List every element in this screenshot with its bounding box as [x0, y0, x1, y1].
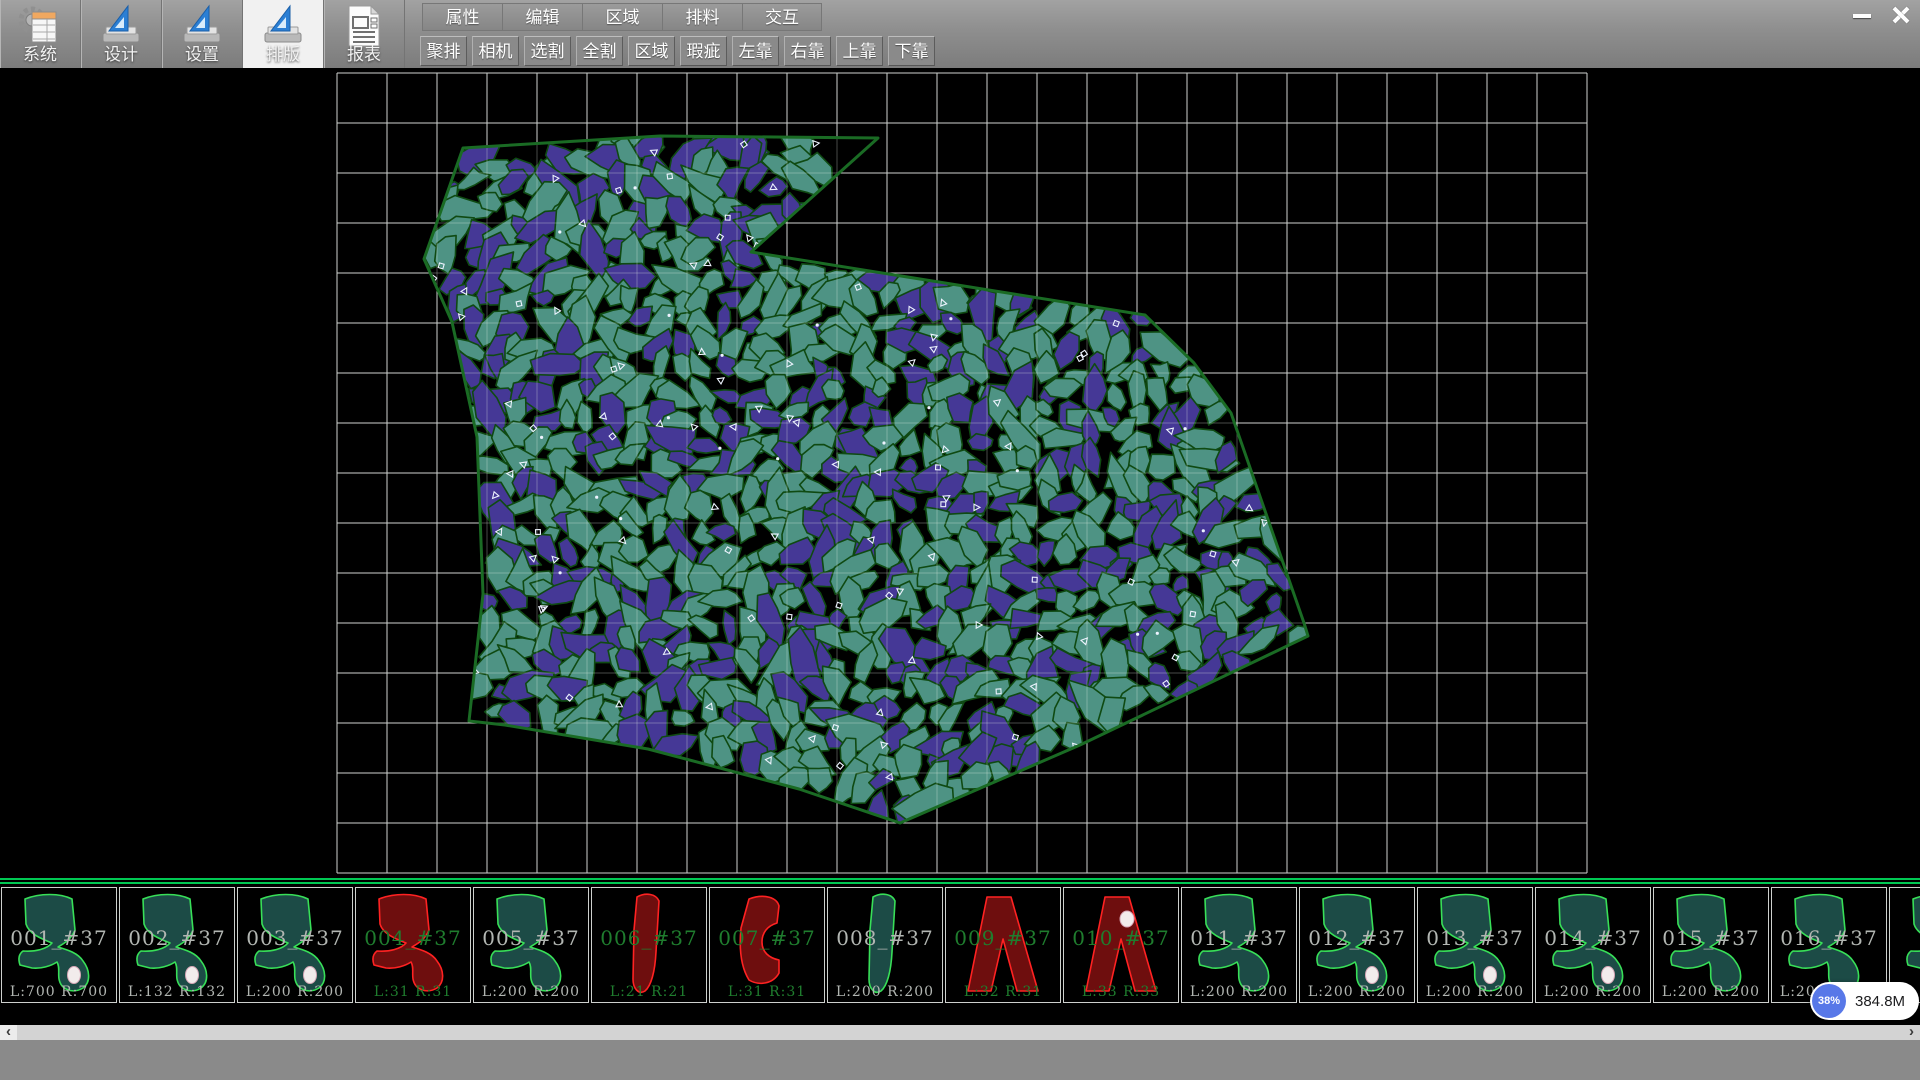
part-thumbnail-002_#37[interactable]: 002_#37 L:132 R:132	[119, 887, 235, 1003]
launcher-item-设计[interactable]: 设计	[81, 0, 162, 68]
action-button-选割[interactable]: 选割	[524, 36, 571, 66]
part-id-label: 010_#37	[1064, 926, 1178, 950]
menu-tab-属性[interactable]: 属性	[422, 3, 502, 31]
part-thumbnail-003_#37[interactable]: 003_#37 L:200 R:200	[237, 887, 353, 1003]
launcher-bar: 系统设计设置排版报表	[0, 0, 405, 68]
part-id-label: 016_#37	[1772, 926, 1886, 950]
launcher-item-label: 报表	[324, 40, 404, 65]
download-size: 384.8M	[1855, 993, 1905, 1010]
download-progress-circle: 38%	[1812, 984, 1846, 1018]
part-counts-label: L:200 R:200	[238, 984, 352, 1000]
part-id-label: 007_#37	[710, 926, 824, 950]
part-counts-label: L:21 R:21	[592, 984, 706, 1000]
part-thumbnail-014_#37[interactable]: 014_#37 L:200 R:200	[1535, 887, 1651, 1003]
part-thumbnail-009_#37[interactable]: 009_#37 L:32 R:31	[945, 887, 1061, 1003]
nesting-app-window: 系统设计设置排版报表 属性编辑区域排料交互 聚排相机选割全割区域瑕疵左靠右靠上靠…	[0, 0, 1920, 1080]
scroll-left-icon: ‹	[6, 1023, 11, 1040]
part-thumbnail-001_#37[interactable]: 001_#37 L:700 R:700	[1, 887, 117, 1003]
action-button-区域[interactable]: 区域	[628, 36, 675, 66]
status-bar	[0, 1040, 1920, 1080]
part-id-label: 003_#37	[238, 926, 352, 950]
scroll-right-button[interactable]: ›	[1903, 1025, 1920, 1040]
part-counts-label: L:200 R:200	[1182, 984, 1296, 1000]
part-id-label: 009_#37	[946, 926, 1060, 950]
part-thumbnail-005_#37[interactable]: 005_#37 L:200 R:200	[473, 887, 589, 1003]
menu-tab-bar: 属性编辑区域排料交互	[422, 3, 822, 33]
part-counts-label: L:33 R:33	[1064, 984, 1178, 1000]
part-counts-label: L:31 R:31	[356, 984, 470, 1000]
part-thumbnail-007_#37[interactable]: 007_#37 L:31 R:31	[709, 887, 825, 1003]
action-button-瑕疵[interactable]: 瑕疵	[680, 36, 727, 66]
download-percent: 38%	[1818, 995, 1840, 1007]
nesting-canvas-svg	[0, 70, 1920, 878]
part-id-label: 015_#37	[1654, 926, 1768, 950]
part-thumbnail-013_#37[interactable]: 013_#37 L:200 R:200	[1417, 887, 1533, 1003]
menu-tab-排料[interactable]: 排料	[662, 3, 742, 31]
action-button-右靠[interactable]: 右靠	[784, 36, 831, 66]
part-counts-label: L:200 R:200	[1536, 984, 1650, 1000]
launcher-item-设置[interactable]: 设置	[162, 0, 243, 68]
part-thumbnail-008_#37[interactable]: 008_#37 L:200 R:200	[827, 887, 943, 1003]
action-button-bar: 聚排相机选割全割区域瑕疵左靠右靠上靠下靠	[420, 36, 940, 66]
close-button[interactable]	[1882, 3, 1918, 28]
action-button-左靠[interactable]: 左靠	[732, 36, 779, 66]
part-id-label: 002_#37	[120, 926, 234, 950]
toolbar: 系统设计设置排版报表 属性编辑区域排料交互 聚排相机选割全割区域瑕疵左靠右靠上靠…	[0, 0, 1920, 70]
part-id-label: 006_#37	[592, 926, 706, 950]
action-button-相机[interactable]: 相机	[472, 36, 519, 66]
part-counts-label: L:700 R:700	[2, 984, 116, 1000]
scroll-right-icon: ›	[1909, 1023, 1914, 1040]
part-counts-label: L:31 R:31	[710, 984, 824, 1000]
download-badge[interactable]: 38% 384.8M	[1810, 982, 1919, 1020]
part-id-label: 011_#37	[1182, 926, 1296, 950]
scroll-left-button[interactable]: ‹	[0, 1025, 17, 1040]
close-icon	[1890, 5, 1910, 25]
part-thumbnail-012_#37[interactable]: 012_#37 L:200 R:200	[1299, 887, 1415, 1003]
part-counts-label: L:200 R:200	[1654, 984, 1768, 1000]
part-thumbnail-010_#37[interactable]: 010_#37 L:33 R:33	[1063, 887, 1179, 1003]
part-counts-label: L:200 R:200	[474, 984, 588, 1000]
menu-tab-区域[interactable]: 区域	[582, 3, 662, 31]
part-counts-label: L:200 R:200	[828, 984, 942, 1000]
action-button-全割[interactable]: 全割	[576, 36, 623, 66]
launcher-item-label: 设置	[162, 40, 242, 65]
minimize-button[interactable]	[1844, 3, 1880, 28]
part-id-label: 001_#37	[2, 926, 116, 950]
minimize-icon	[1853, 14, 1871, 18]
part-thumbnail-011_#37[interactable]: 011_#37 L:200 R:200	[1181, 887, 1297, 1003]
launcher-item-label: 设计	[81, 40, 161, 65]
menu-tab-编辑[interactable]: 编辑	[502, 3, 582, 31]
part-id-label: 012_#37	[1300, 926, 1414, 950]
launcher-item-报表[interactable]: 报表	[324, 0, 405, 68]
part-id-label: 014_#37	[1536, 926, 1650, 950]
part-counts-label: L:200 R:200	[1418, 984, 1532, 1000]
launcher-item-label: 排版	[243, 40, 323, 65]
part-thumbnail-006_#37[interactable]: 006_#37 L:21 R:21	[591, 887, 707, 1003]
parts-panel: 001_#37L:700 R:700002_#37L:132 R:132003_…	[0, 884, 1920, 1025]
action-button-下靠[interactable]: 下靠	[888, 36, 935, 66]
part-thumbnail-015_#37[interactable]: 015_#37 L:200 R:200	[1653, 887, 1769, 1003]
nesting-canvas[interactable]	[0, 70, 1920, 878]
part-thumbnail-004_#37[interactable]: 004_#37 L:31 R:31	[355, 887, 471, 1003]
part-id-label: 005_#37	[474, 926, 588, 950]
launcher-item-label: 系统	[0, 40, 80, 65]
part-id-label: 004_#37	[356, 926, 470, 950]
part-id-label: 008_#37	[828, 926, 942, 950]
window-controls	[1842, 3, 1918, 28]
launcher-item-系统[interactable]: 系统	[0, 0, 81, 68]
action-button-聚排[interactable]: 聚排	[420, 36, 467, 66]
launcher-item-排版[interactable]: 排版	[243, 0, 324, 68]
part-id-label: 013_#37	[1418, 926, 1532, 950]
action-button-上靠[interactable]: 上靠	[836, 36, 883, 66]
part-counts-label: L:132 R:132	[120, 984, 234, 1000]
horizontal-scrollbar[interactable]: ‹ ›	[0, 1025, 1920, 1040]
menu-tab-交互[interactable]: 交互	[742, 3, 822, 31]
part-counts-label: L:200 R:200	[1300, 984, 1414, 1000]
part-counts-label: L:32 R:31	[946, 984, 1060, 1000]
